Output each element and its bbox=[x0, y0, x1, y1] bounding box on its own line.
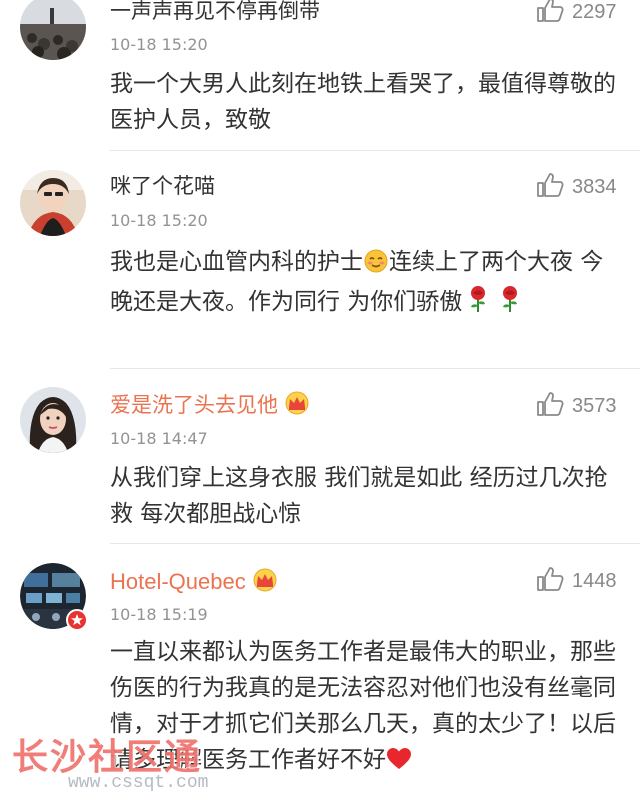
avatar-image bbox=[20, 170, 86, 236]
thumbs-up-icon bbox=[536, 172, 564, 202]
verified-badge-icon bbox=[66, 609, 88, 631]
avatar[interactable] bbox=[20, 563, 88, 631]
thumbs-up-icon bbox=[536, 391, 564, 421]
like-button[interactable]: 2297 bbox=[536, 0, 617, 25]
comment-text: 一直以来都认为医务工作者是最伟大的职业，那些伤医的行为我真的是无法容忍对他们也没… bbox=[110, 634, 620, 782]
like-count: 2297 bbox=[572, 0, 617, 23]
thumbs-up-icon bbox=[536, 0, 564, 27]
comment-text-part: 一直以来都认为医务工作者是最伟大的职业，那些伤医的行为我真的是无法容忍对他们也没… bbox=[110, 639, 616, 773]
like-count: 1448 bbox=[572, 569, 617, 592]
like-count: 3834 bbox=[572, 175, 617, 198]
comment-text: 我也是心血管内科的护士 连续上了两个大夜 今晚还是大夜。作为同行 为你们骄傲 bbox=[110, 244, 620, 324]
username[interactable]: 咪了个花喵 bbox=[110, 173, 215, 199]
like-button[interactable]: 3573 bbox=[536, 391, 617, 421]
comment-text-part: 我也是心血管内科的护士 bbox=[110, 249, 363, 275]
thumbs-up-icon bbox=[536, 566, 564, 596]
avatar[interactable] bbox=[20, 0, 86, 60]
rose-emoji-icon bbox=[466, 285, 490, 324]
vip-crown-icon bbox=[252, 568, 278, 598]
comment-text: 我一个大男人此刻在地铁上看哭了，最值得尊敬的医护人员，致敬 bbox=[110, 71, 616, 133]
comment-time: 10-18 14:47 bbox=[110, 429, 208, 448]
divider bbox=[110, 150, 640, 151]
avatar[interactable] bbox=[20, 387, 86, 453]
comment-time: 10-18 15:20 bbox=[110, 35, 208, 54]
username[interactable]: 爱是洗了头去见他 bbox=[110, 391, 310, 421]
avatar-image bbox=[20, 387, 86, 453]
comment-time: 10-18 15:19 bbox=[110, 605, 208, 624]
like-count: 3573 bbox=[572, 394, 617, 417]
comment-time: 10-18 15:20 bbox=[110, 211, 208, 230]
smiling-emoji-icon bbox=[363, 248, 389, 284]
username-text: 爱是洗了头去见他 bbox=[110, 393, 278, 417]
username[interactable]: 一声声再见不停再倒带 bbox=[110, 0, 320, 24]
divider bbox=[110, 543, 640, 544]
vip-crown-icon bbox=[284, 391, 310, 421]
heart-emoji-icon bbox=[386, 746, 412, 782]
rose-emoji-icon bbox=[498, 285, 522, 324]
avatar[interactable] bbox=[20, 170, 86, 236]
avatar-image bbox=[20, 0, 86, 60]
like-button[interactable]: 3834 bbox=[536, 172, 617, 202]
comment-text: 从我们穿上这身衣服 我们就是如此 经历过几次抢救 每次都胆战心惊 bbox=[110, 465, 608, 527]
like-button[interactable]: 1448 bbox=[536, 566, 617, 596]
divider bbox=[110, 368, 640, 369]
username-text: Hotel-Quebec bbox=[110, 569, 246, 594]
username[interactable]: Hotel-Quebec bbox=[110, 568, 278, 598]
